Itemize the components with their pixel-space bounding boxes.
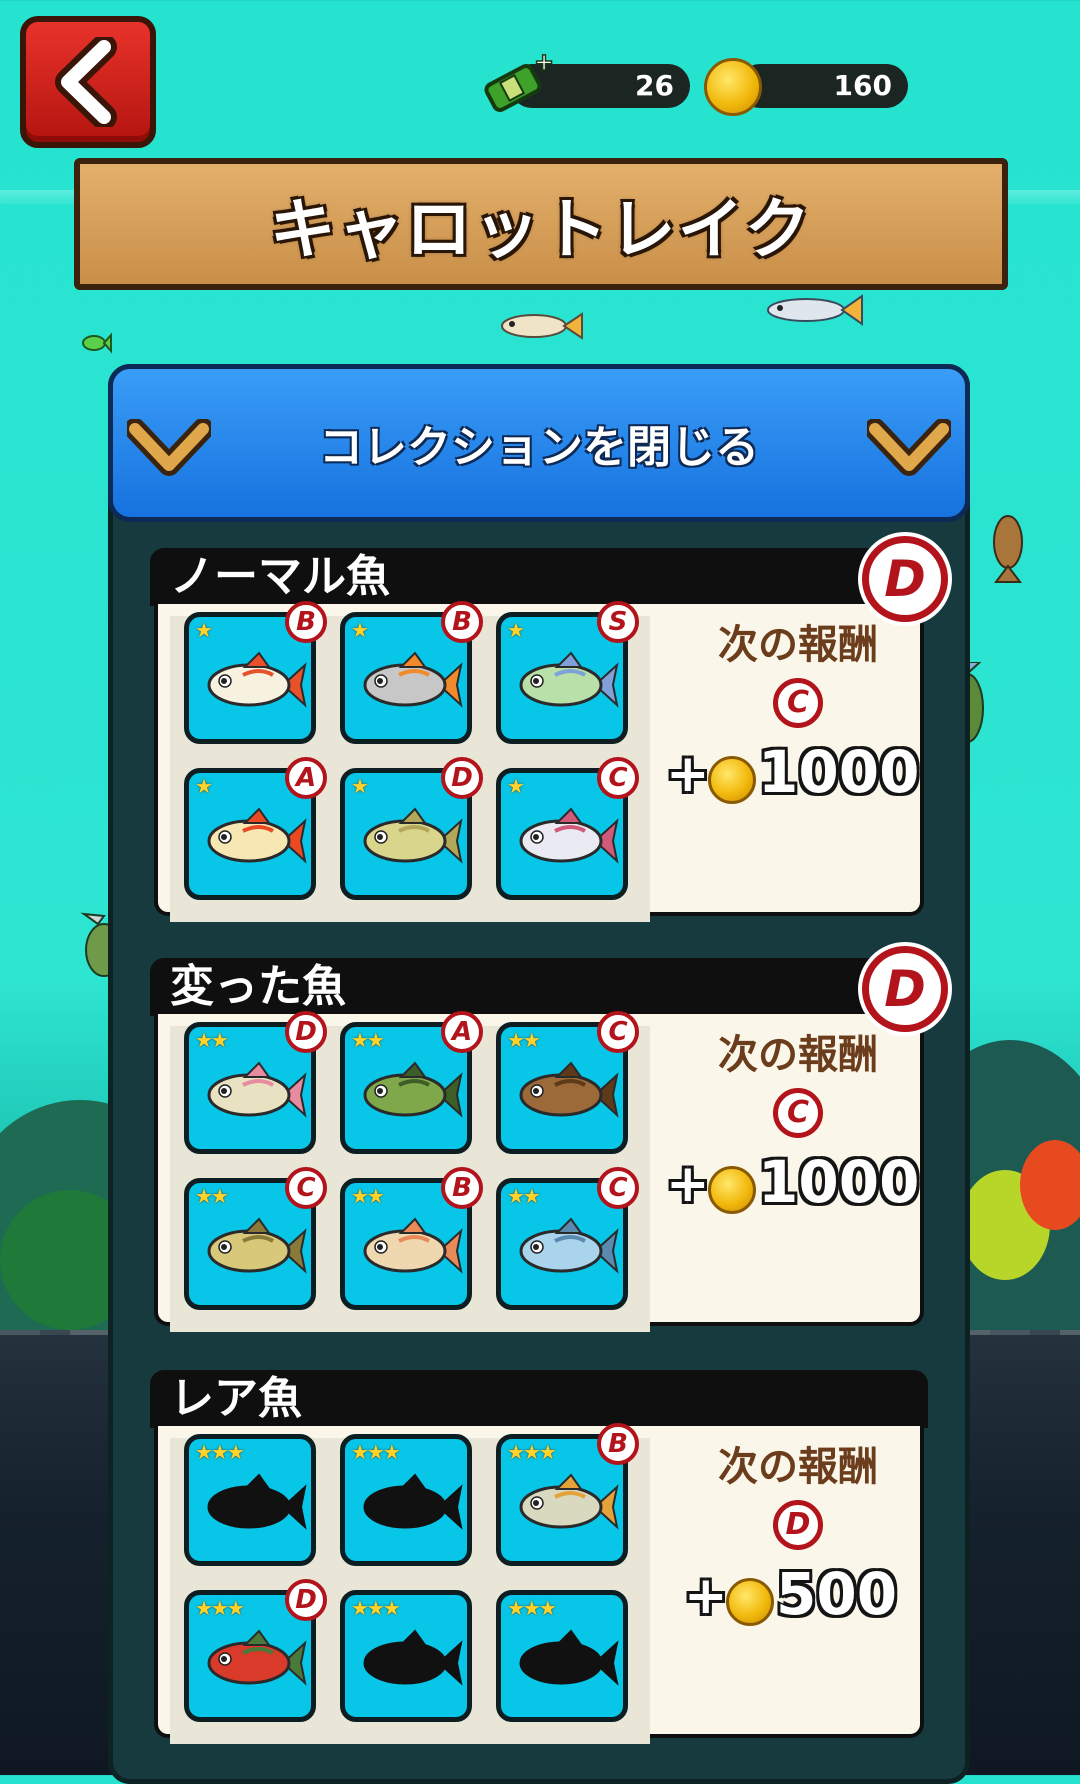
star-rating-icon: ★ [351, 774, 369, 798]
next-reward-label: 次の報酬 [718, 1444, 878, 1490]
coin-icon [726, 1578, 774, 1626]
fish-category-section: レア魚 ★★★ ★★★ ★★★ B ★★★ D ★★★ ★★★ 次の報酬 D +500 [150, 1370, 928, 1744]
fish-rank-badge: D [441, 757, 483, 799]
coin-icon [708, 756, 756, 804]
star-rating-icon: ★★★ [351, 1596, 401, 1620]
star-rating-icon: ★★ [507, 1028, 541, 1052]
fish-tile[interactable]: ★★★ [340, 1590, 472, 1722]
fish-tile[interactable]: ★ C [496, 757, 639, 900]
fish-tile[interactable]: ★★ C [496, 1011, 639, 1154]
fish-rank-badge: B [285, 601, 327, 643]
next-reward-rank-badge: D [773, 1500, 823, 1550]
section-body: ★ B ★ B ★ S ★ A ★ D ★ C 次の報酬 C +1000 [154, 601, 924, 922]
fish-rank-badge: C [597, 757, 639, 799]
reward-plus-sign: + [666, 744, 710, 804]
fish-tile[interactable]: ★★ C [496, 1167, 639, 1310]
cash-bundle-icon[interactable]: + [482, 52, 556, 118]
star-rating-icon: ★ [351, 618, 369, 642]
section-body: ★★★ ★★★ ★★★ B ★★★ D ★★★ ★★★ 次の報酬 D +500 [154, 1423, 924, 1744]
background-fish [82, 332, 112, 354]
section-body: ★★ D ★★ A ★★ C ★★ C ★★ B ★★ C 次の報酬 C +1000 [154, 1011, 924, 1332]
reward-coin-amount: 1000 [758, 738, 920, 806]
fish-rank-badge: S [597, 601, 639, 643]
fish-tile[interactable]: ★★★ D [184, 1579, 327, 1722]
coin-icon [708, 1166, 756, 1214]
fish-rank-badge: B [441, 601, 483, 643]
star-rating-icon: ★★ [195, 1028, 229, 1052]
star-rating-icon: ★★ [351, 1028, 385, 1052]
fish-rank-badge: C [597, 1167, 639, 1209]
fish-tile[interactable]: ★ A [184, 757, 327, 900]
fish-tile[interactable]: ★ S [496, 601, 639, 744]
star-rating-icon: ★★ [195, 1184, 229, 1208]
star-rating-icon: ★★★ [507, 1596, 557, 1620]
fish-category-section: ノーマル魚 ★ B ★ B ★ S ★ A ★ D ★ C 次の報酬 C +1000 D [150, 536, 948, 922]
star-rating-icon: ★★★ [195, 1596, 245, 1620]
fish-tile[interactable]: ★★ A [340, 1011, 483, 1154]
star-rating-icon: ★★★ [351, 1440, 401, 1464]
fish-rank-badge: D [285, 1011, 327, 1053]
svg-text:+: + [534, 52, 554, 76]
category-rank-badge: D [862, 946, 948, 1032]
chevron-down-icon [127, 419, 211, 476]
next-reward-label: 次の報酬 [718, 1032, 878, 1078]
star-rating-icon: ★ [195, 618, 213, 642]
page-title: キャロットレイク [269, 191, 813, 268]
fish-rank-badge: B [597, 1423, 639, 1465]
back-button[interactable] [20, 16, 156, 148]
section-header: 変った魚 [150, 958, 928, 1016]
star-rating-icon: ★★★ [195, 1440, 245, 1464]
section-header: ノーマル魚 [150, 548, 928, 606]
fish-tile[interactable]: ★★ C [184, 1167, 327, 1310]
close-collection-button[interactable]: コレクションを閉じる [108, 364, 970, 522]
next-reward-label: 次の報酬 [718, 622, 878, 668]
star-rating-icon: ★★★ [507, 1440, 557, 1464]
next-reward-rank-badge: C [773, 678, 823, 728]
star-rating-icon: ★★ [507, 1184, 541, 1208]
fish-tile[interactable]: ★★ D [184, 1011, 327, 1154]
reward-plus-sign: + [684, 1566, 728, 1626]
coin-icon [704, 58, 762, 116]
section-title: 変った魚 [170, 961, 346, 1012]
fish-rank-badge: B [441, 1167, 483, 1209]
fish-rank-badge: D [285, 1579, 327, 1621]
fish-tile[interactable]: ★ B [340, 601, 483, 744]
background-fish [767, 294, 863, 326]
star-rating-icon: ★ [507, 774, 525, 798]
reward-coin-amount: 1000 [758, 1148, 920, 1216]
fish-tile[interactable]: ★★★ [184, 1434, 316, 1566]
star-rating-icon: ★★ [351, 1184, 385, 1208]
fish-tile[interactable]: ★ B [184, 601, 327, 744]
title-plank: キャロットレイク [74, 158, 1008, 290]
background-fish [501, 312, 583, 340]
fish-rank-badge: A [441, 1011, 483, 1053]
reward-coin-amount: 500 [776, 1560, 898, 1628]
section-header: レア魚 [150, 1370, 928, 1428]
coin-balance: 160 [738, 64, 908, 108]
background-fish [993, 515, 1023, 583]
section-title: レア魚 [170, 1373, 302, 1424]
category-rank-badge: D [862, 536, 948, 622]
star-rating-icon: ★ [195, 774, 213, 798]
fish-category-section: 変った魚 ★★ D ★★ A ★★ C ★★ C ★★ B ★★ C 次の報酬 C +1000 D [150, 946, 948, 1332]
reward-plus-sign: + [666, 1154, 710, 1214]
fish-tile[interactable]: ★★★ [496, 1590, 628, 1722]
chevron-down-icon [867, 419, 951, 476]
fish-rank-badge: C [285, 1167, 327, 1209]
next-reward-rank-badge: C [773, 1088, 823, 1138]
fish-tile[interactable]: ★★★ B [496, 1423, 639, 1566]
fish-tile[interactable]: ★ D [340, 757, 483, 900]
chevron-left-icon [55, 37, 117, 127]
fish-tile[interactable]: ★★★ [340, 1434, 472, 1566]
fish-rank-badge: C [597, 1011, 639, 1053]
fish-rank-badge: A [285, 757, 327, 799]
star-rating-icon: ★ [507, 618, 525, 642]
close-collection-label: コレクションを閉じる [319, 422, 759, 473]
fish-tile[interactable]: ★★ B [340, 1167, 483, 1310]
section-title: ノーマル魚 [170, 551, 390, 602]
